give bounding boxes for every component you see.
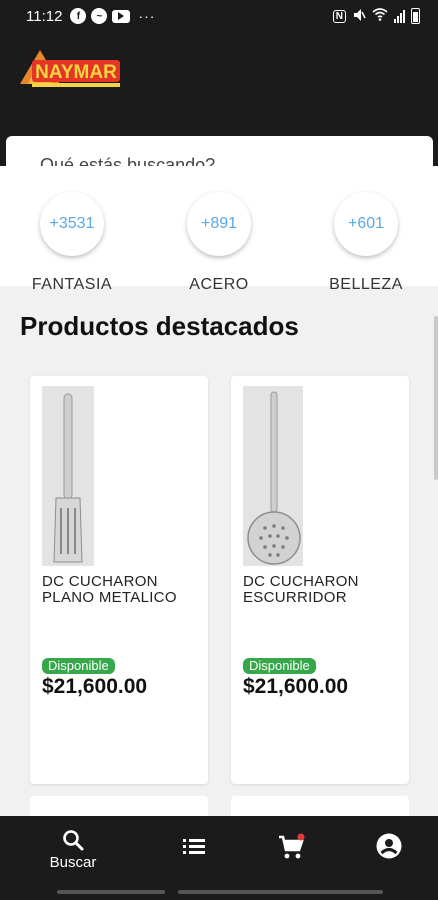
- naymar-logo[interactable]: NAYMAR: [18, 46, 122, 90]
- status-bar: 11:12 f ~ ··· N: [0, 0, 438, 32]
- signal-icon: [394, 9, 405, 23]
- product-card-partial[interactable]: [231, 796, 409, 816]
- availability-badge: Disponible: [42, 658, 115, 674]
- logo-text: NAYMAR: [35, 62, 117, 83]
- status-time: 11:12: [26, 7, 63, 25]
- category-count-badge: +601: [334, 192, 398, 256]
- gesture-bar: [57, 890, 165, 894]
- category-label: ACERO: [189, 276, 249, 293]
- mute-icon: [352, 8, 366, 25]
- product-price: $21,600.00: [243, 675, 349, 698]
- messenger-icon: ~: [91, 8, 108, 24]
- nfc-icon: N: [332, 9, 346, 23]
- category-acero[interactable]: +891 ACERO: [159, 192, 279, 294]
- cart-notification-dot: [297, 833, 305, 841]
- cart-icon: [279, 833, 305, 859]
- category-label: BELLEZA: [329, 276, 403, 293]
- product-name: DC CUCHARON ESCURRIDOR: [243, 573, 359, 606]
- nav-cart[interactable]: [246, 828, 336, 862]
- category-count-badge: +891: [187, 192, 251, 256]
- product-card[interactable]: DC CUCHARON ESCURRIDOR Disponible $21,60…: [231, 376, 409, 784]
- youtube-icon: [112, 9, 131, 23]
- gesture-bar: [275, 890, 383, 894]
- product-card[interactable]: DC CUCHARON PLANO METALICO Disponible $2…: [30, 376, 208, 784]
- category-label: FANTASIA: [31, 276, 113, 293]
- product-card-partial[interactable]: [30, 796, 208, 816]
- status-right-icons: N: [332, 7, 420, 25]
- gesture-bar: [178, 890, 286, 894]
- list-icon: [183, 839, 205, 854]
- battery-icon: [411, 8, 420, 24]
- nav-list[interactable]: [149, 828, 239, 860]
- category-belleza[interactable]: +601 BELLEZA: [306, 192, 426, 294]
- product-price: $21,600.00: [42, 675, 148, 698]
- category-fantasia[interactable]: +3531 FANTASIA: [12, 192, 132, 294]
- wifi-icon: [372, 7, 388, 25]
- bottom-navigation: Buscar: [0, 816, 438, 900]
- search-icon: [63, 830, 84, 851]
- nav-search-label: Buscar: [49, 854, 97, 871]
- product-name: DC CUCHARON PLANO METALICO: [42, 573, 177, 606]
- scrollbar[interactable]: [434, 316, 438, 480]
- account-icon: [376, 833, 402, 859]
- product-image-slotted-spatula: [42, 386, 94, 566]
- availability-badge: Disponible: [243, 658, 316, 674]
- more-notifications-icon: ···: [138, 8, 156, 24]
- category-count-badge: +3531: [40, 192, 104, 256]
- main-content: +3531 FANTASIA +891 ACERO +601 BELLEZA P…: [0, 166, 438, 816]
- category-strip: +3531 FANTASIA +891 ACERO +601 BELLEZA: [0, 166, 438, 293]
- section-title: Productos destacados: [20, 311, 299, 341]
- nav-account[interactable]: [344, 828, 434, 860]
- facebook-icon: f: [70, 8, 87, 24]
- app-header: NAYMAR Qué estás buscando?: [0, 32, 438, 194]
- product-image-skimmer-ladle: [243, 386, 303, 566]
- nav-search[interactable]: Buscar: [28, 828, 118, 871]
